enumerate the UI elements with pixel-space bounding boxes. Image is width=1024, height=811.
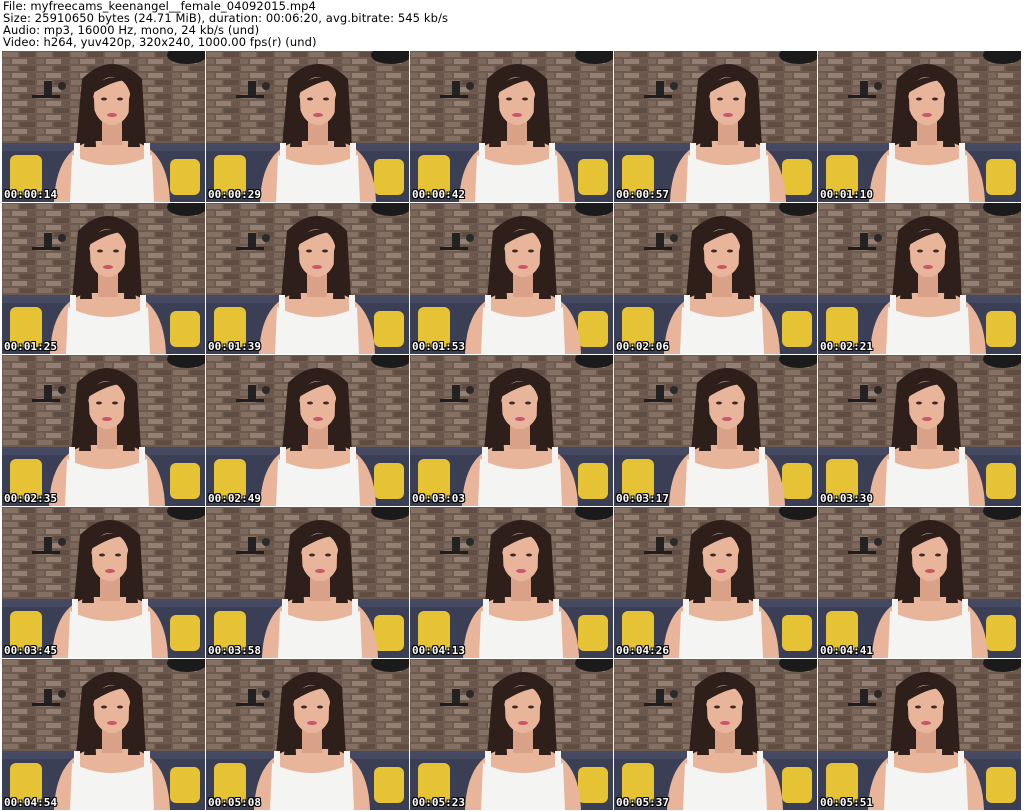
thumbnail-frame-image xyxy=(2,203,205,354)
thumbnail-timestamp: 00:01:53 xyxy=(412,340,465,353)
video-thumbnail: 00:01:25 xyxy=(2,203,205,354)
video-thumbnail: 00:03:30 xyxy=(818,355,1021,506)
thumbnail-frame-image xyxy=(410,51,613,202)
thumbnail-frame-image xyxy=(206,659,409,810)
thumbnail-timestamp: 00:05:23 xyxy=(412,796,465,809)
video-thumbnail: 00:02:06 xyxy=(614,203,817,354)
video-thumbnail: 00:04:41 xyxy=(818,507,1021,658)
thumbnail-frame-image xyxy=(2,355,205,506)
thumbnail-frame-image xyxy=(614,355,817,506)
thumbnail-frame-image xyxy=(410,355,613,506)
thumbnail-timestamp: 00:01:10 xyxy=(820,188,873,201)
video-thumbnail: 00:03:03 xyxy=(410,355,613,506)
thumbnail-frame-image xyxy=(818,203,1021,354)
thumbnail-timestamp: 00:03:30 xyxy=(820,492,873,505)
thumbnail-frame-image xyxy=(818,355,1021,506)
thumbnail-timestamp: 00:04:54 xyxy=(4,796,57,809)
thumbnail-timestamp: 00:03:45 xyxy=(4,644,57,657)
video-thumbnail: 00:05:23 xyxy=(410,659,613,810)
thumbnail-timestamp: 00:02:35 xyxy=(4,492,57,505)
thumbnail-frame-image xyxy=(206,507,409,658)
thumbnail-timestamp: 00:00:57 xyxy=(616,188,669,201)
video-thumbnail: 00:00:57 xyxy=(614,51,817,202)
video-thumbnail: 00:03:17 xyxy=(614,355,817,506)
thumbnail-timestamp: 00:05:37 xyxy=(616,796,669,809)
thumbnail-frame-image xyxy=(818,507,1021,658)
video-thumbnail: 00:01:53 xyxy=(410,203,613,354)
thumbnail-frame-image xyxy=(614,507,817,658)
thumbnail-timestamp: 00:03:03 xyxy=(412,492,465,505)
thumbnail-frame-image xyxy=(206,355,409,506)
thumbnail-timestamp: 00:02:06 xyxy=(616,340,669,353)
video-thumbnail: 00:01:10 xyxy=(818,51,1021,202)
thumbnail-timestamp: 00:01:25 xyxy=(4,340,57,353)
thumbnail-timestamp: 00:02:21 xyxy=(820,340,873,353)
video-thumbnail: 00:03:58 xyxy=(206,507,409,658)
thumbnail-timestamp: 00:00:29 xyxy=(208,188,261,201)
thumbnail-timestamp: 00:04:26 xyxy=(616,644,669,657)
thumbnail-frame-image xyxy=(410,507,613,658)
video-thumbnail: 00:03:45 xyxy=(2,507,205,658)
thumbnail-timestamp: 00:03:17 xyxy=(616,492,669,505)
video-thumbnail: 00:04:13 xyxy=(410,507,613,658)
thumbnail-timestamp: 00:05:51 xyxy=(820,796,873,809)
video-thumbnail: 00:00:29 xyxy=(206,51,409,202)
thumbnail-timestamp: 00:01:39 xyxy=(208,340,261,353)
file-info-header: File: myfreecams_keenangel__female_04092… xyxy=(3,0,1021,50)
video-thumbnail: 00:02:49 xyxy=(206,355,409,506)
video-info-line: Video: h264, yuv420p, 320x240, 1000.00 f… xyxy=(3,35,317,49)
video-thumbnail: 00:00:42 xyxy=(410,51,613,202)
thumbnail-frame-image xyxy=(818,51,1021,202)
thumbnail-timestamp: 00:00:14 xyxy=(4,188,57,201)
thumbnail-timestamp: 00:03:58 xyxy=(208,644,261,657)
video-thumbnail: 00:02:21 xyxy=(818,203,1021,354)
video-thumbnail: 00:04:26 xyxy=(614,507,817,658)
video-thumbnail: 00:04:54 xyxy=(2,659,205,810)
thumbnail-frame-image xyxy=(206,51,409,202)
thumbnail-timestamp: 00:04:41 xyxy=(820,644,873,657)
video-thumbnail: 00:05:37 xyxy=(614,659,817,810)
thumbnail-timestamp: 00:02:49 xyxy=(208,492,261,505)
thumbnail-timestamp: 00:04:13 xyxy=(412,644,465,657)
thumbnail-frame-image xyxy=(206,203,409,354)
thumbnail-timestamp: 00:05:08 xyxy=(208,796,261,809)
thumbnail-frame-image xyxy=(614,659,817,810)
thumbnail-frame-image xyxy=(614,51,817,202)
thumbnail-frame-image xyxy=(2,51,205,202)
video-thumbnail: 00:05:51 xyxy=(818,659,1021,810)
video-thumbnail: 00:02:35 xyxy=(2,355,205,506)
thumbnail-frame-image xyxy=(410,203,613,354)
thumbnail-frame-image xyxy=(410,659,613,810)
thumbnail-grid: 00:00:14 00:00:29 00:00:42 00:00:57 00:01:10… xyxy=(0,51,1024,811)
thumbnail-frame-image xyxy=(2,659,205,810)
thumbnail-frame-image xyxy=(614,203,817,354)
thumbnail-frame-image xyxy=(2,507,205,658)
video-thumbnail: 00:00:14 xyxy=(2,51,205,202)
video-thumbnail: 00:05:08 xyxy=(206,659,409,810)
thumbnail-frame-image xyxy=(818,659,1021,810)
thumbnail-timestamp: 00:00:42 xyxy=(412,188,465,201)
video-thumbnail: 00:01:39 xyxy=(206,203,409,354)
